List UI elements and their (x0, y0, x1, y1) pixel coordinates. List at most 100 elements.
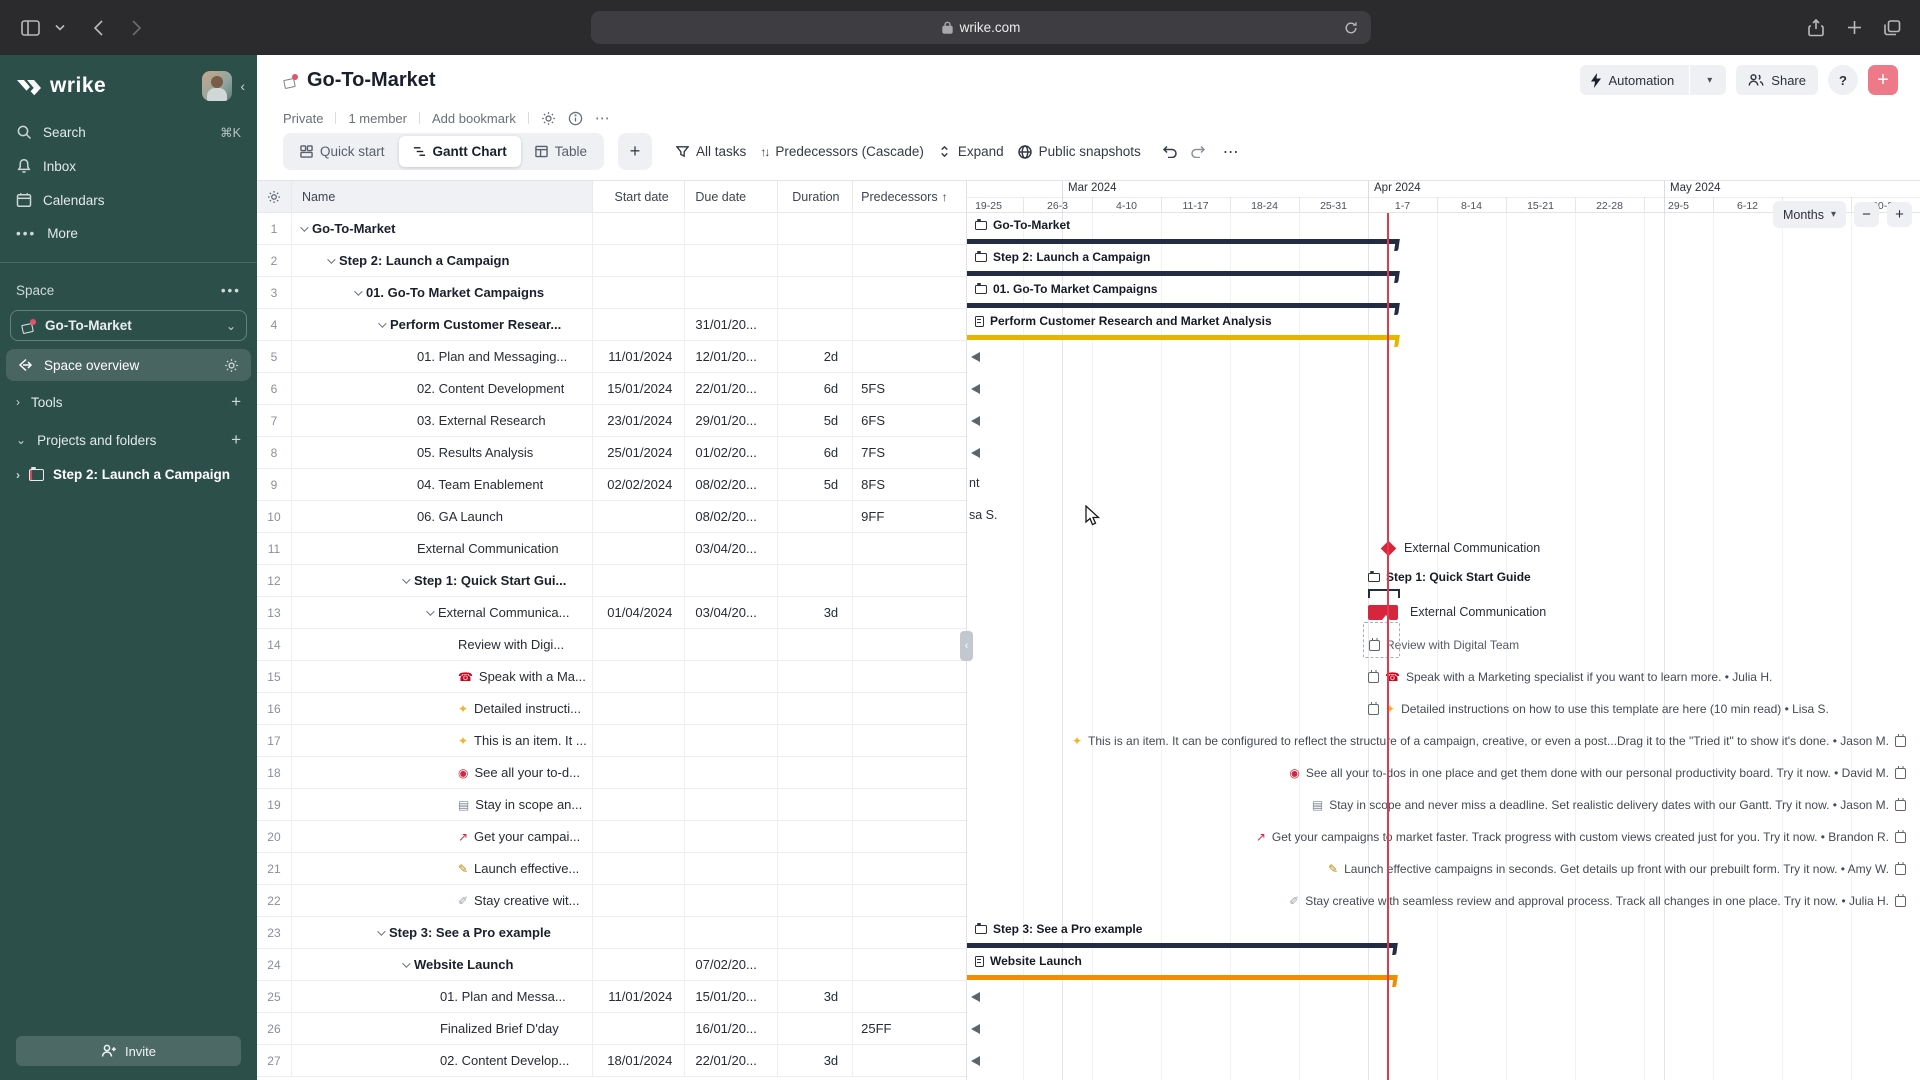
sidebar-toggle-icon[interactable] (20, 18, 40, 38)
task-name-cell[interactable]: Finalized Brief D'day (292, 1013, 593, 1044)
gear-icon[interactable] (224, 358, 239, 373)
start-date-cell[interactable] (593, 917, 686, 948)
due-date-cell[interactable] (685, 917, 778, 948)
expand-button[interactable]: Expand (938, 144, 1004, 159)
offscreen-left-arrow[interactable] (971, 448, 980, 458)
start-date-cell[interactable] (593, 853, 686, 884)
table-row[interactable]: 11External Communication03/04/20... (257, 533, 966, 565)
offscreen-left-arrow[interactable] (971, 384, 980, 394)
table-row[interactable]: 1Go-To-Market (257, 213, 966, 245)
predecessors-cell[interactable]: 6FS (853, 405, 966, 436)
duration-cell[interactable]: 3d (778, 981, 853, 1012)
column-header-due-date[interactable]: Due date (685, 181, 778, 212)
start-date-cell[interactable]: 11/01/2024 (593, 341, 686, 372)
summary-bar[interactable] (967, 303, 1398, 308)
task-name-cell[interactable]: 02. Content Develop... (292, 1045, 593, 1076)
task-name-cell[interactable]: ◉See all your to-d... (292, 757, 593, 788)
due-date-cell[interactable] (685, 565, 778, 596)
predecessors-cell[interactable] (853, 821, 966, 852)
due-date-cell[interactable]: 03/04/20... (685, 597, 778, 628)
due-date-cell[interactable] (685, 757, 778, 788)
task-name-cell[interactable]: 01. Plan and Messaging... (292, 341, 593, 372)
duration-cell[interactable] (778, 213, 853, 244)
automation-button[interactable]: Automation ▾ (1580, 65, 1727, 95)
duration-cell[interactable] (778, 533, 853, 564)
sidebar-item-more[interactable]: ••• More (0, 217, 257, 250)
task-name-cell[interactable]: Perform Customer Resear... (292, 309, 593, 340)
offscreen-left-arrow[interactable] (971, 992, 980, 1002)
offscreen-left-arrow[interactable] (971, 352, 980, 362)
predecessors-cell[interactable] (853, 949, 966, 980)
task-bar[interactable] (1368, 605, 1398, 620)
info-icon[interactable] (568, 111, 583, 126)
task-name-cell[interactable]: 05. Results Analysis (292, 437, 593, 468)
table-row[interactable]: 23Step 3: See a Pro example (257, 917, 966, 949)
predecessors-cell[interactable]: 9FF (853, 501, 966, 532)
duration-cell[interactable] (778, 725, 853, 756)
due-date-cell[interactable] (685, 725, 778, 756)
table-row[interactable]: 14Review with Digi... (257, 629, 966, 661)
tab-quick-start[interactable]: Quick start (286, 136, 399, 167)
predecessors-cell[interactable]: 5FS (853, 373, 966, 404)
add-view-button[interactable]: + (618, 133, 652, 170)
due-date-cell[interactable]: 22/01/20... (685, 373, 778, 404)
tab-gantt-chart[interactable]: Gantt Chart (399, 136, 521, 167)
predecessors-cell[interactable] (853, 565, 966, 596)
duration-cell[interactable] (778, 309, 853, 340)
due-date-cell[interactable] (685, 277, 778, 308)
predecessors-cell[interactable] (853, 917, 966, 948)
summary-bar[interactable] (967, 975, 1396, 980)
sidebar-item-calendars[interactable]: Calendars (0, 183, 257, 217)
predecessors-cell[interactable] (853, 853, 966, 884)
summary-bar[interactable] (967, 335, 1398, 340)
predecessors-cell[interactable]: 8FS (853, 469, 966, 500)
offscreen-left-arrow[interactable] (971, 1056, 980, 1066)
predecessors-cell[interactable] (853, 725, 966, 756)
duration-cell[interactable] (778, 661, 853, 692)
duration-cell[interactable]: 5d (778, 405, 853, 436)
predecessors-cell[interactable] (853, 533, 966, 564)
predecessors-cell[interactable] (853, 1045, 966, 1076)
duration-cell[interactable] (778, 885, 853, 916)
collapse-sidebar-icon[interactable]: ‹ (240, 78, 245, 94)
due-date-cell[interactable] (685, 821, 778, 852)
task-name-cell[interactable]: ✐Stay creative wit... (292, 885, 593, 916)
forward-icon[interactable] (126, 18, 146, 38)
start-date-cell[interactable] (593, 789, 686, 820)
expand-chevron-icon[interactable] (402, 959, 410, 967)
due-date-cell[interactable] (685, 629, 778, 660)
duration-cell[interactable] (778, 789, 853, 820)
start-date-cell[interactable]: 11/01/2024 (593, 981, 686, 1012)
duration-cell[interactable] (778, 245, 853, 276)
milestone-diamond[interactable] (1381, 541, 1397, 557)
column-header-predecessors[interactable]: Predecessors↑ (853, 181, 966, 212)
start-date-cell[interactable] (593, 245, 686, 276)
task-name-cell[interactable]: ☎Speak with a Ma... (292, 661, 593, 692)
duration-cell[interactable]: 3d (778, 1045, 853, 1076)
predecessors-cell[interactable] (853, 661, 966, 692)
task-name-cell[interactable]: 01. Plan and Messa... (292, 981, 593, 1012)
table-row[interactable]: 21✎Launch effective... (257, 853, 966, 885)
task-name-cell[interactable]: External Communication (292, 533, 593, 564)
task-name-cell[interactable]: Step 1: Quick Start Gui... (292, 565, 593, 596)
filter-button[interactable]: All tasks (676, 144, 746, 159)
undo-icon[interactable] (1161, 145, 1177, 158)
table-row[interactable]: 904. Team Enablement02/02/202408/02/20..… (257, 469, 966, 501)
start-date-cell[interactable]: 23/01/2024 (593, 405, 686, 436)
due-date-cell[interactable] (685, 789, 778, 820)
expand-chevron-icon[interactable] (300, 223, 308, 231)
automation-dropdown-icon[interactable]: ▾ (1697, 75, 1722, 86)
duration-cell[interactable] (778, 917, 853, 948)
table-row[interactable]: 26Finalized Brief D'day16/01/20...25FF (257, 1013, 966, 1045)
duration-cell[interactable]: 2d (778, 341, 853, 372)
table-row[interactable]: 12Step 1: Quick Start Gui... (257, 565, 966, 597)
sidebar-item-inbox[interactable]: Inbox (0, 149, 257, 183)
predecessors-cell[interactable] (853, 277, 966, 308)
duration-cell[interactable] (778, 629, 853, 660)
task-name-cell[interactable]: 06. GA Launch (292, 501, 593, 532)
predecessors-cell[interactable] (853, 309, 966, 340)
table-row[interactable]: 301. Go-To Market Campaigns (257, 277, 966, 309)
predecessors-cell[interactable] (853, 213, 966, 244)
add-bookmark-link[interactable]: Add bookmark (432, 111, 516, 126)
predecessors-cell[interactable] (853, 693, 966, 724)
